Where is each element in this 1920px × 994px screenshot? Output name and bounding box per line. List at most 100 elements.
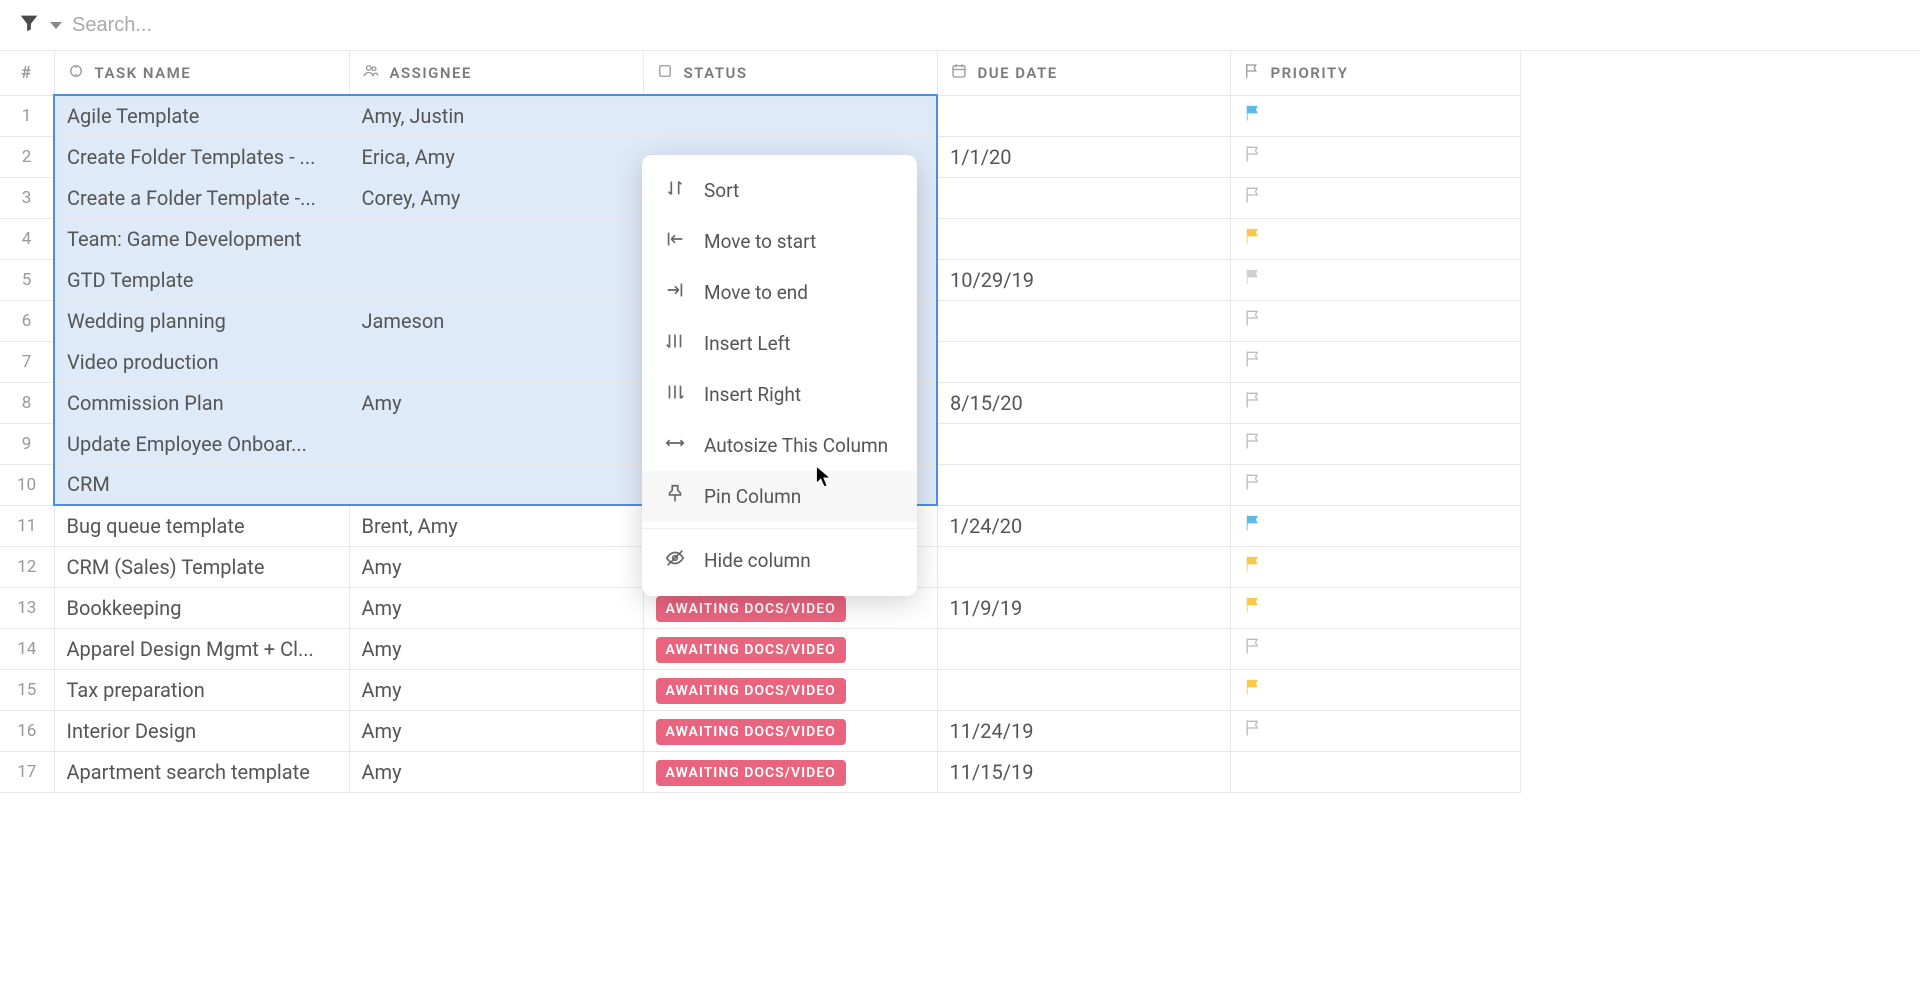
task-name-cell[interactable]: CRM (Sales) Template xyxy=(54,546,349,587)
assignee-cell[interactable]: Amy xyxy=(349,669,643,710)
due-date-cell[interactable]: 1/1/20 xyxy=(937,136,1230,177)
task-name-cell[interactable]: Update Employee Onboar... xyxy=(54,423,349,464)
filter-dropdown-caret-icon[interactable] xyxy=(50,22,62,29)
assignee-cell[interactable]: Amy xyxy=(349,628,643,669)
due-date-cell[interactable]: 8/15/20 xyxy=(937,382,1230,423)
column-header-assignee[interactable]: ASSIGNEE xyxy=(349,51,643,95)
table-row[interactable]: 14Apparel Design Mgmt + Cl...AmyAWAITING… xyxy=(0,628,1520,669)
due-date-cell[interactable] xyxy=(937,341,1230,382)
column-header-number[interactable]: # xyxy=(0,51,54,95)
assignee-cell[interactable]: Erica, Amy xyxy=(349,136,643,177)
task-name-cell[interactable]: Apparel Design Mgmt + Cl... xyxy=(54,628,349,669)
column-header-task-name[interactable]: TASK NAME xyxy=(54,51,349,95)
due-date-cell[interactable]: 11/15/19 xyxy=(937,751,1230,792)
priority-cell[interactable] xyxy=(1230,751,1520,792)
assignee-cell[interactable]: Amy xyxy=(349,546,643,587)
due-date-cell[interactable] xyxy=(937,218,1230,259)
priority-cell[interactable] xyxy=(1230,341,1520,382)
menu-item-autosize-column[interactable]: Autosize This Column xyxy=(642,420,917,471)
priority-cell[interactable] xyxy=(1230,505,1520,546)
status-cell[interactable]: AWAITING DOCS/VIDEO xyxy=(643,628,937,669)
menu-item-label: Move to start xyxy=(704,230,816,253)
column-header-due-date[interactable]: DUE DATE xyxy=(937,51,1230,95)
task-name-cell[interactable]: Create a Folder Template -... xyxy=(54,177,349,218)
assignee-cell[interactable] xyxy=(349,218,643,259)
filter-icon[interactable] xyxy=(18,12,40,39)
priority-cell[interactable] xyxy=(1230,259,1520,300)
priority-cell[interactable] xyxy=(1230,95,1520,136)
due-date-cell[interactable]: 10/29/19 xyxy=(937,259,1230,300)
due-date-cell[interactable]: 11/24/19 xyxy=(937,710,1230,751)
priority-cell[interactable] xyxy=(1230,669,1520,710)
menu-item-insert-left[interactable]: Insert Left xyxy=(642,318,917,369)
task-name-cell[interactable]: CRM xyxy=(54,464,349,505)
column-header-label: TASK NAME xyxy=(95,64,192,82)
task-name-cell[interactable]: Commission Plan xyxy=(54,382,349,423)
priority-cell[interactable] xyxy=(1230,710,1520,751)
task-name-cell[interactable]: Interior Design xyxy=(54,710,349,751)
due-date-cell[interactable] xyxy=(937,300,1230,341)
column-header-status[interactable]: STATUS xyxy=(643,51,937,95)
assignee-cell[interactable]: Jameson xyxy=(349,300,643,341)
assignee-cell[interactable] xyxy=(349,423,643,464)
priority-cell[interactable] xyxy=(1230,300,1520,341)
task-name-cell[interactable]: Bug queue template xyxy=(54,505,349,546)
priority-cell[interactable] xyxy=(1230,423,1520,464)
menu-item-move-to-end[interactable]: Move to end xyxy=(642,267,917,318)
assignee-cell[interactable]: Amy xyxy=(349,751,643,792)
due-date-cell[interactable] xyxy=(937,628,1230,669)
assignee-cell[interactable] xyxy=(349,341,643,382)
row-number: 5 xyxy=(0,259,54,300)
priority-cell[interactable] xyxy=(1230,587,1520,628)
table-row[interactable]: 17Apartment search templateAmyAWAITING D… xyxy=(0,751,1520,792)
assignee-cell[interactable]: Amy xyxy=(349,587,643,628)
people-icon xyxy=(362,62,380,84)
status-cell[interactable]: AWAITING DOCS/VIDEO xyxy=(643,751,937,792)
due-date-cell[interactable] xyxy=(937,95,1230,136)
table-row[interactable]: 16Interior DesignAmyAWAITING DOCS/VIDEO1… xyxy=(0,710,1520,751)
priority-cell[interactable] xyxy=(1230,628,1520,669)
priority-flag-icon xyxy=(1243,348,1263,375)
task-name-cell[interactable]: Tax preparation xyxy=(54,669,349,710)
task-name-cell[interactable]: Team: Game Development xyxy=(54,218,349,259)
priority-cell[interactable] xyxy=(1230,382,1520,423)
menu-item-hide-column[interactable]: Hide column xyxy=(642,535,917,586)
due-date-cell[interactable] xyxy=(937,423,1230,464)
task-name-cell[interactable]: GTD Template xyxy=(54,259,349,300)
due-date-cell[interactable] xyxy=(937,177,1230,218)
task-name-cell[interactable]: Bookkeeping xyxy=(54,587,349,628)
task-name-cell[interactable]: Agile Template xyxy=(54,95,349,136)
table-row[interactable]: 15Tax preparationAmyAWAITING DOCS/VIDEO xyxy=(0,669,1520,710)
assignee-cell[interactable]: Amy, Justin xyxy=(349,95,643,136)
due-date-cell[interactable] xyxy=(937,546,1230,587)
status-cell[interactable] xyxy=(643,95,937,136)
due-date-cell[interactable]: 11/9/19 xyxy=(937,587,1230,628)
task-name-cell[interactable]: Apartment search template xyxy=(54,751,349,792)
status-cell[interactable]: AWAITING DOCS/VIDEO xyxy=(643,710,937,751)
menu-item-sort[interactable]: Sort xyxy=(642,165,917,216)
due-date-cell[interactable] xyxy=(937,464,1230,505)
assignee-cell[interactable]: Amy xyxy=(349,710,643,751)
priority-cell[interactable] xyxy=(1230,546,1520,587)
status-cell[interactable]: AWAITING DOCS/VIDEO xyxy=(643,669,937,710)
task-name-cell[interactable]: Create Folder Templates - ... xyxy=(54,136,349,177)
menu-item-pin-column[interactable]: Pin Column xyxy=(642,471,917,522)
priority-cell[interactable] xyxy=(1230,218,1520,259)
task-name-cell[interactable]: Wedding planning xyxy=(54,300,349,341)
priority-cell[interactable] xyxy=(1230,136,1520,177)
search-input[interactable] xyxy=(72,14,372,37)
menu-item-insert-right[interactable]: Insert Right xyxy=(642,369,917,420)
assignee-cell[interactable] xyxy=(349,464,643,505)
due-date-cell[interactable]: 1/24/20 xyxy=(937,505,1230,546)
priority-cell[interactable] xyxy=(1230,177,1520,218)
due-date-cell[interactable] xyxy=(937,669,1230,710)
column-header-priority[interactable]: PRIORITY xyxy=(1230,51,1520,95)
menu-item-move-to-start[interactable]: Move to start xyxy=(642,216,917,267)
table-row[interactable]: 1Agile TemplateAmy, Justin xyxy=(0,95,1520,136)
priority-cell[interactable] xyxy=(1230,464,1520,505)
task-name-cell[interactable]: Video production xyxy=(54,341,349,382)
assignee-cell[interactable]: Corey, Amy xyxy=(349,177,643,218)
assignee-cell[interactable]: Brent, Amy xyxy=(349,505,643,546)
assignee-cell[interactable] xyxy=(349,259,643,300)
assignee-cell[interactable]: Amy xyxy=(349,382,643,423)
